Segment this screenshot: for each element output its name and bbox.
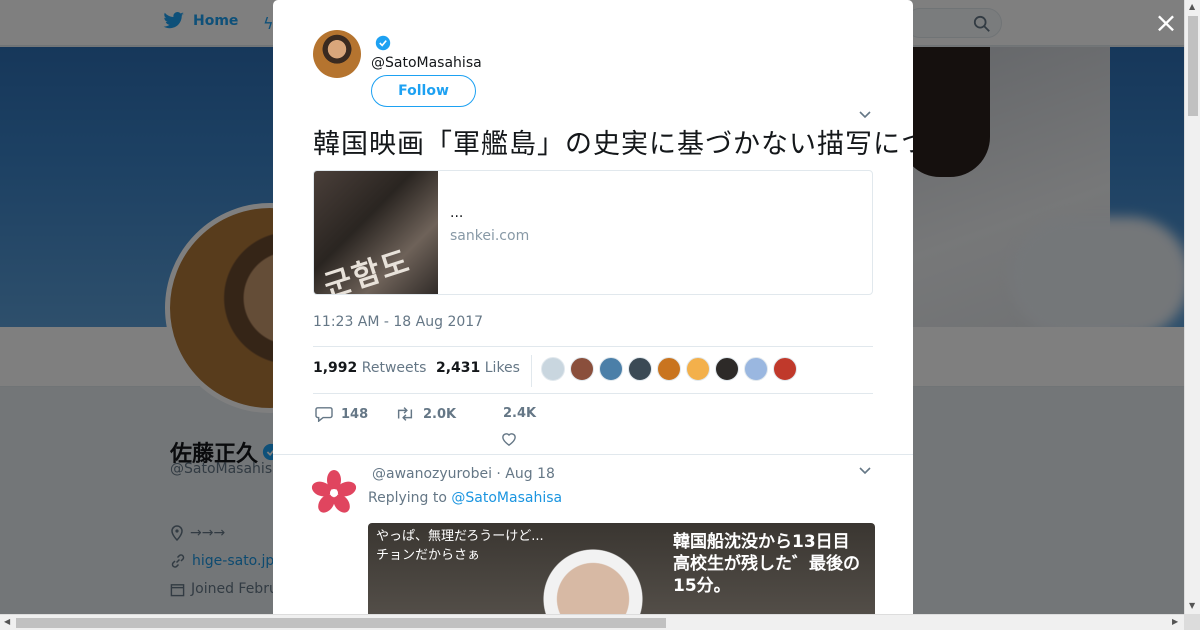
retweets-stat[interactable]: 1,992 Retweets bbox=[313, 360, 426, 376]
tweet-timestamp[interactable]: 11:23 AM - 18 Aug 2017 bbox=[313, 314, 483, 330]
reply-count: 148 bbox=[341, 406, 369, 422]
vertical-scrollbar-thumb[interactable] bbox=[1188, 16, 1198, 116]
tweet-actions: 148 2.0K 2.4K bbox=[313, 404, 873, 448]
tweet-text: 韓国映画「軍艦島」の史実に基づかない描写について、日本政府は毅然とした対応を取る… bbox=[313, 129, 913, 160]
card-thumbnail: 군함도 bbox=[314, 171, 438, 295]
tweet-reply-separator bbox=[273, 454, 913, 455]
scroll-down-arrow-icon[interactable]: ▼ bbox=[1189, 601, 1195, 610]
scrollbar-corner bbox=[1184, 614, 1200, 630]
liker-avatar[interactable] bbox=[686, 357, 710, 381]
retweet-action[interactable]: 2.0K bbox=[395, 406, 456, 422]
retweet-icon bbox=[397, 407, 413, 421]
like-action-count: 2.4K bbox=[503, 406, 537, 421]
tweet-author-handle[interactable]: @SatoMasahisa bbox=[371, 55, 482, 71]
chevron-down-icon[interactable] bbox=[859, 466, 871, 476]
follow-button[interactable]: Follow bbox=[371, 75, 476, 107]
retweet-action-count: 2.0K bbox=[423, 406, 457, 422]
liker-avatars bbox=[541, 357, 797, 381]
likes-count: 2,431 bbox=[436, 360, 481, 376]
close-icon[interactable]: × bbox=[1152, 9, 1180, 38]
media-caption-left-line-2: チョンだからさぁ bbox=[376, 548, 481, 563]
tweet-author-avatar[interactable] bbox=[313, 30, 361, 78]
reply-media-image[interactable]: やっぱ、無理だろうーけど... チョンだからさぁ 韓国船沈没から13日目 高校生… bbox=[368, 523, 875, 614]
link-preview-card[interactable]: 군함도 ... sankei.com bbox=[313, 170, 873, 295]
verified-badge-icon bbox=[375, 35, 391, 51]
chevron-down-icon[interactable] bbox=[859, 110, 871, 120]
card-title: ... bbox=[450, 205, 464, 221]
like-action[interactable]: 2.4K bbox=[503, 406, 536, 421]
reply-author-avatar[interactable] bbox=[309, 468, 359, 518]
likes-stat[interactable]: 2,431 Likes bbox=[436, 360, 520, 376]
horizontal-scrollbar[interactable]: ◀ ▶ bbox=[0, 614, 1184, 630]
likes-label: Likes bbox=[484, 360, 520, 376]
media-caption-right-line-1: 韓国船沈没から13日目 bbox=[673, 532, 850, 552]
replying-to-label: Replying to bbox=[368, 490, 447, 506]
tweet-stats: 1,992 Retweets 2,431 Likes bbox=[313, 346, 873, 394]
liker-avatar[interactable] bbox=[570, 357, 594, 381]
retweets-label: Retweets bbox=[361, 360, 427, 376]
scroll-left-arrow-icon[interactable]: ◀ bbox=[4, 617, 10, 626]
card-thumbnail-text: 군함도 bbox=[319, 243, 416, 295]
liker-avatar[interactable] bbox=[744, 357, 768, 381]
liker-avatar[interactable] bbox=[599, 357, 623, 381]
replying-to: Replying to @SatoMasahisa bbox=[368, 490, 562, 506]
reply-header[interactable]: @awanozyurobei · Aug 18 bbox=[372, 466, 555, 482]
media-person-shape bbox=[533, 533, 653, 614]
stats-divider bbox=[531, 355, 532, 387]
reply-action[interactable]: 148 bbox=[315, 406, 368, 422]
media-caption-left-line-1: やっぱ、無理だろうーけど... bbox=[376, 529, 544, 544]
tweet-modal: @SatoMasahisa Follow 韓国映画「軍艦島」の史実に基づかない描… bbox=[273, 0, 913, 614]
liker-avatar[interactable] bbox=[773, 357, 797, 381]
reply-icon bbox=[315, 407, 333, 422]
liker-avatar[interactable] bbox=[715, 357, 739, 381]
horizontal-scrollbar-thumb[interactable] bbox=[16, 618, 666, 628]
media-caption-right: 韓国船沈没から13日目 高校生が残した゛最後の15分。 bbox=[673, 531, 875, 597]
media-caption-right-line-2: 高校生が残した゛最後の15分。 bbox=[673, 554, 860, 596]
replying-to-link[interactable]: @SatoMasahisa bbox=[451, 490, 562, 506]
heart-icon[interactable] bbox=[501, 432, 517, 446]
liker-avatar[interactable] bbox=[657, 357, 681, 381]
scroll-right-arrow-icon[interactable]: ▶ bbox=[1172, 617, 1178, 626]
media-caption-left: やっぱ、無理だろうーけど... チョンだからさぁ bbox=[376, 527, 544, 565]
liker-avatar[interactable] bbox=[628, 357, 652, 381]
vertical-scrollbar[interactable]: ▲ ▼ bbox=[1184, 0, 1200, 614]
liker-avatar[interactable] bbox=[541, 357, 565, 381]
retweets-count: 1,992 bbox=[313, 360, 358, 376]
card-domain: sankei.com bbox=[450, 228, 530, 244]
scroll-up-arrow-icon[interactable]: ▲ bbox=[1189, 2, 1195, 11]
